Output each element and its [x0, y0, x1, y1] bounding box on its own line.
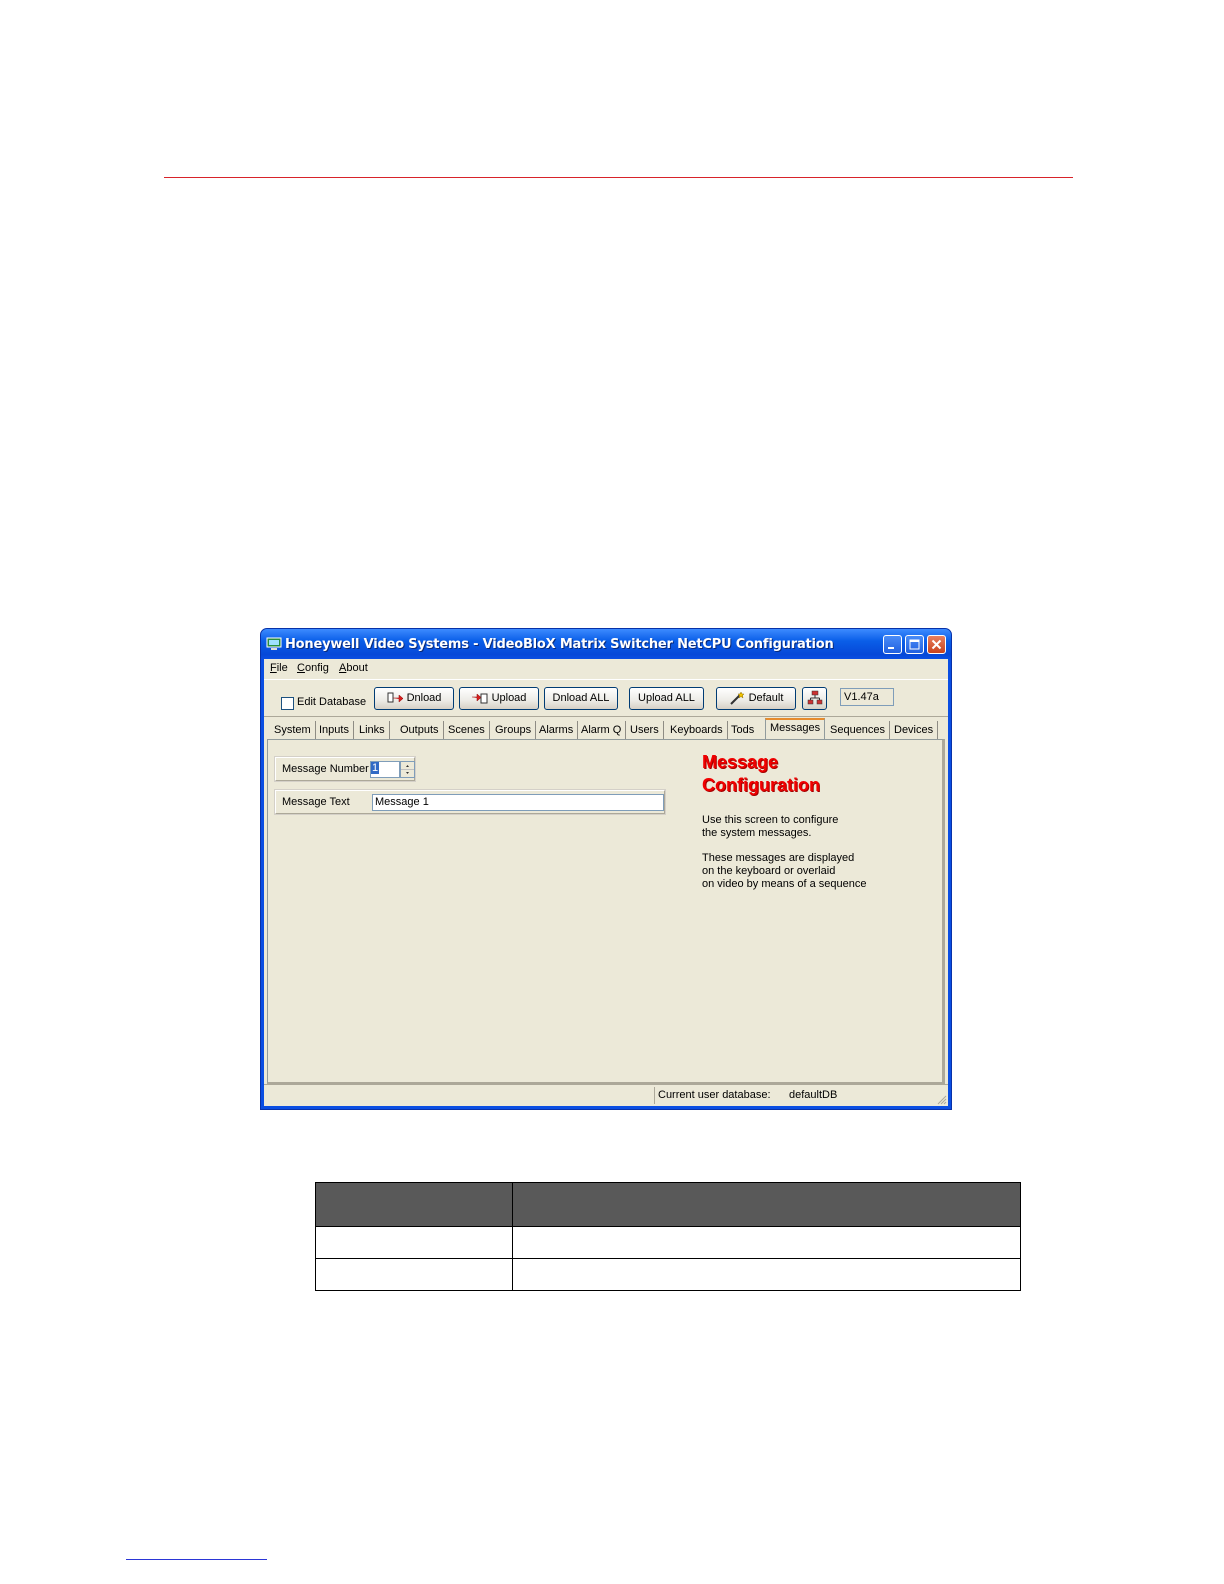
status-bar: Current user database: defaultDB [264, 1084, 948, 1106]
chevron-down-icon[interactable] [401, 770, 414, 777]
tab-tods[interactable]: Tods [727, 721, 758, 739]
message-text-group: Message Text Message 1 [274, 789, 666, 815]
message-text-label: Message Text [282, 796, 350, 808]
tab-groups[interactable]: Groups [491, 721, 537, 739]
close-button[interactable] [927, 635, 946, 654]
dnload-button[interactable]: Dnload [374, 687, 454, 710]
menu-about[interactable]: About [339, 662, 368, 674]
tab-alarms[interactable]: Alarms [535, 721, 579, 739]
chevron-up-icon[interactable] [401, 762, 414, 770]
description-usage: Use this screen to configure the system … [702, 814, 839, 839]
maximize-icon [909, 639, 920, 650]
messages-panel: Message Number 1 Message Text Message 1 … [267, 739, 945, 1084]
description-display: These messages are displayed on the keyb… [702, 852, 867, 890]
tab-inputs[interactable]: Inputs [315, 721, 354, 739]
window-title: Honeywell Video Systems - VideoBloX Matr… [285, 637, 834, 652]
resize-grip-icon[interactable] [935, 1093, 947, 1105]
table-header-row [315, 1182, 1021, 1227]
table-cell [315, 1258, 513, 1291]
tab-alarm-q[interactable]: Alarm Q [577, 721, 627, 739]
status-db-label: Current user database: [658, 1089, 771, 1101]
tab-system[interactable]: System [270, 721, 316, 739]
menu-bar: File Config About [264, 659, 948, 679]
window-client: File Config About Edit Database Dnload U… [264, 659, 948, 1106]
message-text-input[interactable]: Message 1 [372, 794, 664, 811]
menu-file[interactable]: File [270, 662, 288, 674]
version-display: V1.47a [840, 688, 894, 706]
table-cell [512, 1226, 1021, 1259]
tab-devices[interactable]: Devices [890, 721, 939, 739]
tab-users[interactable]: Users [626, 721, 664, 739]
upload-arrow-icon [471, 693, 488, 704]
tab-messages[interactable]: Messages [765, 718, 826, 739]
table-header-cell [512, 1182, 1021, 1227]
status-db-value: defaultDB [789, 1089, 838, 1101]
tab-scenes[interactable]: Scenes [444, 721, 490, 739]
tab-outputs[interactable]: Outputs [396, 721, 444, 739]
message-number-input[interactable]: 1 [370, 761, 400, 778]
table-header-cell [315, 1182, 513, 1227]
minimize-button[interactable] [883, 635, 902, 654]
table-row [315, 1258, 1021, 1291]
network-icon [807, 690, 822, 705]
tab-strip: System Inputs Links Outputs Scenes Group… [264, 717, 948, 739]
upload-all-button[interactable]: Upload ALL [629, 687, 704, 710]
tab-sequences[interactable]: Sequences [826, 721, 891, 739]
magic-wand-icon [729, 691, 745, 705]
tab-links[interactable]: Links [355, 721, 390, 739]
edit-database-label: Edit Database [297, 696, 367, 708]
tab-keyboards[interactable]: Keyboards [666, 721, 728, 739]
status-pane-empty [264, 1087, 655, 1104]
network-button[interactable] [802, 687, 827, 710]
table-cell [315, 1226, 513, 1259]
upload-button[interactable]: Upload [459, 687, 539, 710]
title-bar[interactable]: Honeywell Video Systems - VideoBloX Matr… [261, 629, 951, 659]
message-number-group: Message Number 1 [274, 756, 416, 782]
table-row [315, 1226, 1021, 1259]
menu-config[interactable]: Config [297, 662, 329, 674]
page-footer-rule [126, 1559, 267, 1560]
toolbar: Edit Database Dnload Upload Dnload ALL U… [264, 679, 948, 717]
section-heading: Message Configuration [702, 752, 820, 795]
maximize-button[interactable] [905, 635, 924, 654]
edit-database-checkbox[interactable] [281, 697, 294, 710]
page-header-rule [164, 177, 1073, 178]
app-window: Honeywell Video Systems - VideoBloX Matr… [260, 628, 952, 1110]
dnload-all-button[interactable]: Dnload ALL [544, 687, 618, 710]
message-number-label: Message Number [282, 763, 369, 775]
monitor-icon [266, 637, 282, 650]
data-table [315, 1182, 1021, 1291]
default-button[interactable]: Default [716, 687, 796, 710]
download-arrow-icon [387, 692, 403, 703]
minimize-icon [888, 647, 894, 649]
message-number-stepper[interactable] [400, 761, 415, 778]
close-icon [931, 639, 942, 650]
table-cell [512, 1258, 1021, 1291]
